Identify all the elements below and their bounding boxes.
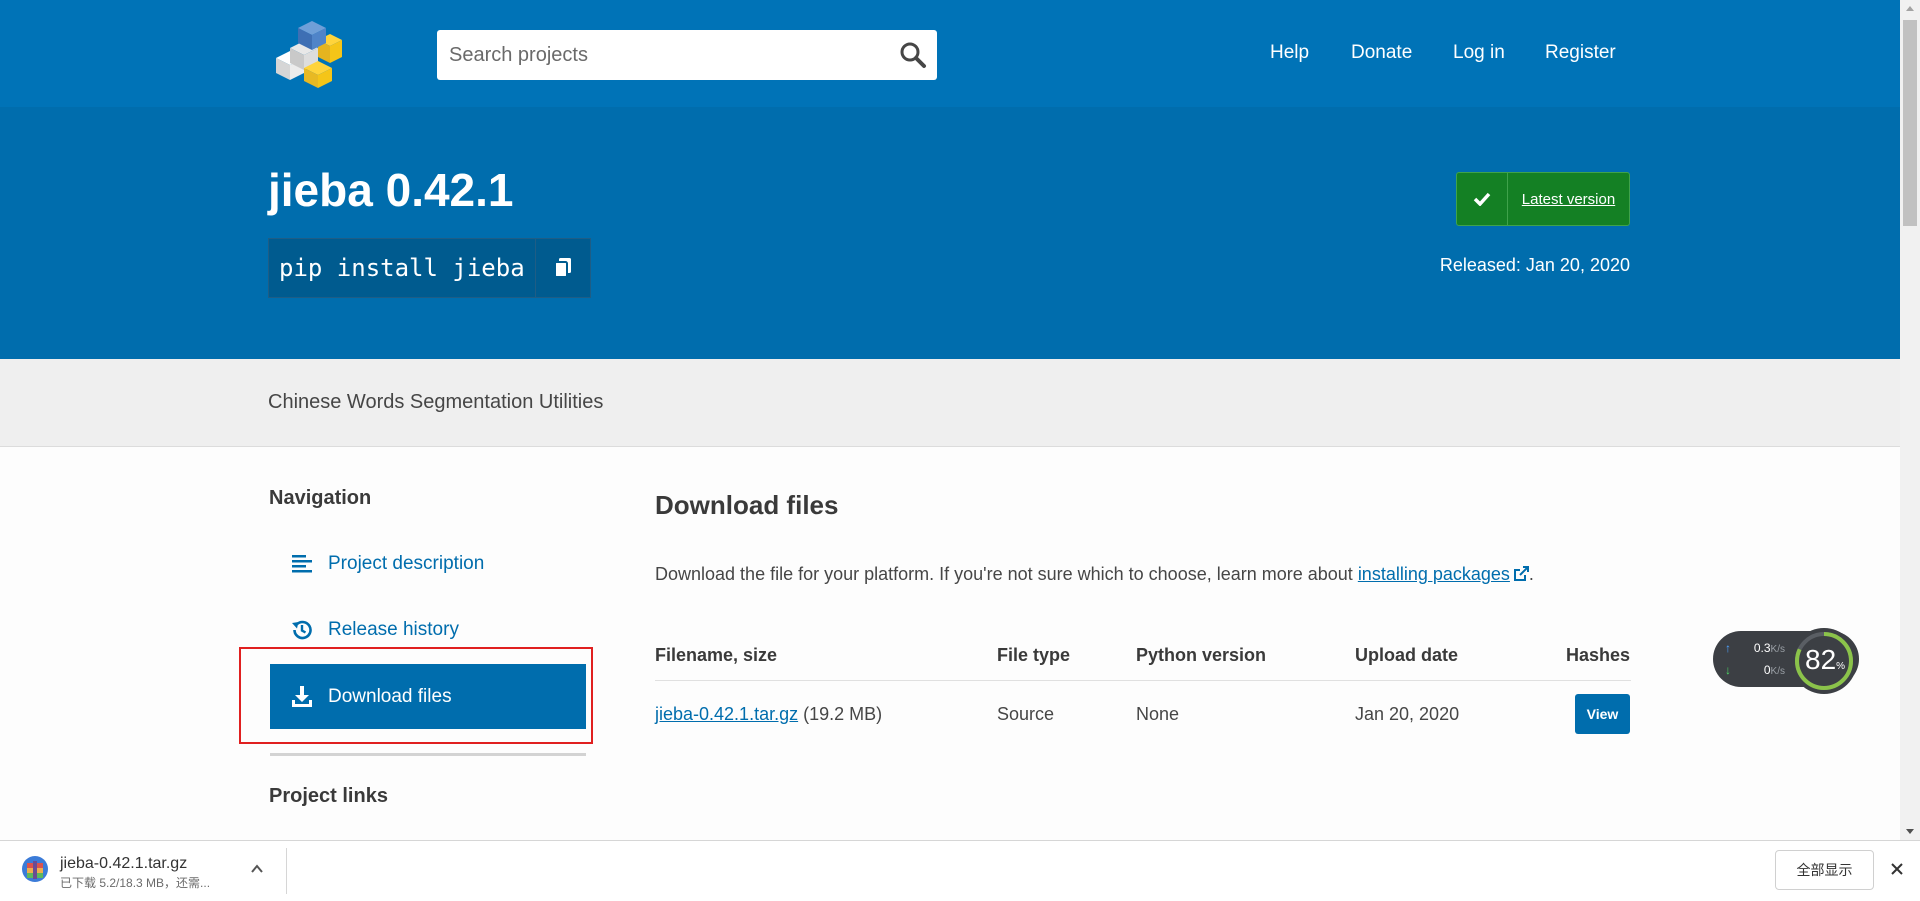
archive-file-icon[interactable] bbox=[20, 853, 50, 885]
close-icon[interactable] bbox=[1889, 861, 1905, 877]
upload-speed-unit: K/s bbox=[1770, 644, 1785, 655]
table-header-upload-date: Upload date bbox=[1355, 645, 1459, 665]
release-date: Released: Jan 20, 2020 bbox=[1439, 255, 1630, 275]
sidebar-item-label: Release history bbox=[328, 619, 459, 640]
check-icon bbox=[1457, 173, 1508, 225]
pypi-logo[interactable] bbox=[268, 18, 350, 90]
gauge-percent-unit: % bbox=[1836, 661, 1846, 672]
installing-packages-link[interactable]: installing packages bbox=[1358, 564, 1510, 584]
file-download-link[interactable]: jieba-0.42.1.tar.gz bbox=[655, 704, 798, 724]
intro-text: Download the file for your platform. If … bbox=[655, 564, 1358, 584]
package-title: jieba 0.42.1 bbox=[268, 164, 514, 216]
download-intro: Download the file for your platform. If … bbox=[655, 564, 1534, 585]
nav-login-link[interactable]: Log in bbox=[1453, 42, 1505, 64]
copy-button[interactable] bbox=[534, 239, 590, 297]
nav-register-link[interactable]: Register bbox=[1545, 42, 1616, 64]
nav-help-link[interactable]: Help bbox=[1270, 42, 1309, 64]
project-links-heading: Project links bbox=[269, 785, 388, 807]
search-box bbox=[437, 30, 937, 80]
intro-end: . bbox=[1528, 564, 1534, 584]
sidebar-divider bbox=[270, 753, 586, 756]
search-icon[interactable] bbox=[899, 41, 927, 69]
view-hashes-button[interactable]: View bbox=[1575, 694, 1630, 734]
package-banner bbox=[0, 107, 1900, 359]
latest-version-label[interactable]: Latest version bbox=[1508, 191, 1629, 208]
pip-command[interactable]: pip install jieba bbox=[269, 239, 535, 297]
table-header-python-version: Python version bbox=[1136, 645, 1267, 665]
pip-install-box: pip install jieba bbox=[268, 238, 591, 298]
copy-icon bbox=[553, 258, 571, 278]
scroll-down-arrow-icon[interactable] bbox=[1900, 822, 1920, 840]
download-filename[interactable]: jieba-0.42.1.tar.gz bbox=[60, 855, 187, 873]
file-type-cell: Source bbox=[997, 704, 1055, 724]
history-icon bbox=[292, 620, 312, 640]
table-header-hashes: Hashes bbox=[1566, 645, 1631, 665]
download-status: 已下载 5.2/18.3 MB，还需... bbox=[60, 876, 211, 890]
sidebar-item-label: Project description bbox=[328, 553, 485, 574]
show-all-downloads-button[interactable]: 全部显示 bbox=[1775, 850, 1874, 890]
download-speed: 0 bbox=[1763, 663, 1771, 677]
upload-speed: 0.3 bbox=[1753, 641, 1771, 655]
download-files-heading: Download files bbox=[655, 490, 839, 520]
package-summary: Chinese Words Segmentation Utilities bbox=[268, 391, 604, 413]
table-header-filename: Filename, size bbox=[655, 645, 778, 665]
upload-arrow-icon: ↑ bbox=[1725, 641, 1731, 655]
latest-version-badge[interactable]: Latest version bbox=[1456, 172, 1630, 226]
download-speed-unit: K/s bbox=[1770, 666, 1785, 677]
scrollbar-thumb[interactable] bbox=[1903, 20, 1917, 226]
sidebar-heading: Navigation bbox=[269, 487, 372, 509]
gauge-percent: 82% bbox=[1805, 644, 1845, 676]
table-divider bbox=[655, 680, 1631, 681]
network-speed-widget[interactable]: ↑ 0.3K/s ↓ 0K/s 82% bbox=[1713, 628, 1859, 694]
file-size: (19.2 MB) bbox=[803, 704, 883, 724]
chevron-up-icon[interactable] bbox=[250, 862, 264, 876]
python-version-cell: None bbox=[1136, 704, 1180, 724]
table-header-file-type: File type bbox=[997, 645, 1071, 665]
align-left-icon bbox=[292, 555, 312, 573]
nav-donate-link[interactable]: Donate bbox=[1351, 42, 1412, 64]
upload-date-cell: Jan 20, 2020 bbox=[1355, 704, 1460, 724]
browser-download-bar bbox=[0, 840, 1920, 901]
external-link-icon bbox=[1513, 566, 1529, 581]
search-input[interactable] bbox=[437, 30, 889, 80]
table-row: jieba-0.42.1.tar.gz (19.2 MB) bbox=[655, 704, 882, 725]
download-bar-separator bbox=[286, 848, 287, 894]
sidebar-item-project-description[interactable]: Project description bbox=[270, 535, 586, 593]
highlight-box bbox=[239, 647, 593, 744]
scroll-up-arrow-icon[interactable] bbox=[1900, 0, 1920, 18]
gauge-percent-value: 82 bbox=[1805, 644, 1837, 675]
download-arrow-icon: ↓ bbox=[1725, 663, 1731, 677]
